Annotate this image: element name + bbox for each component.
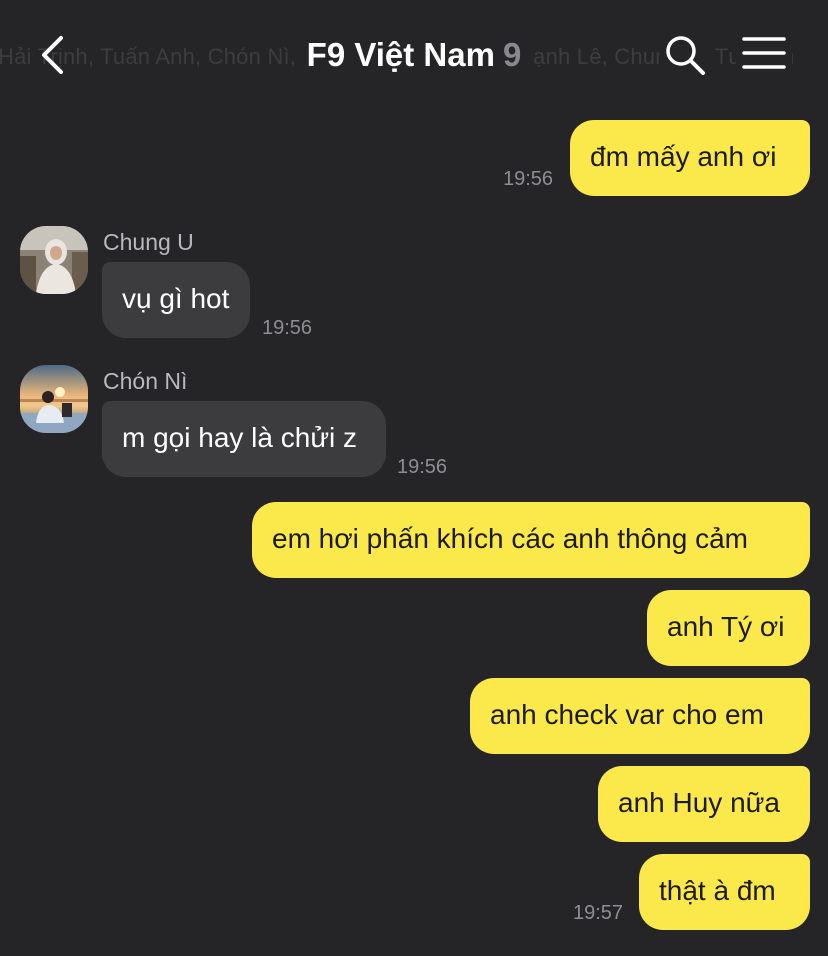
message-time: 19:56 <box>397 456 448 478</box>
member-count: 9 <box>502 36 522 73</box>
search-icon <box>666 36 705 75</box>
message-time: 19:57 <box>573 902 624 924</box>
message-text: m gọi hay là chửi z <box>122 422 358 453</box>
my-message-bubble[interactable]: anh Tý ơi <box>647 590 810 666</box>
sender-name: Chung U <box>103 229 194 255</box>
my-message-bubble[interactable]: anh check var cho em <box>470 678 810 754</box>
message-time: 19:56 <box>503 168 554 190</box>
hamburger-menu-icon <box>742 37 786 69</box>
their-message-bubble[interactable]: vụ gì hot <box>102 262 250 338</box>
chevron-left-icon <box>42 36 63 74</box>
message-text: vụ gì hot <box>122 283 230 314</box>
message-text: anh Tý ơi <box>667 611 785 642</box>
back-button[interactable] <box>30 30 80 80</box>
message-time: 19:56 <box>262 317 313 339</box>
my-message-bubble[interactable]: đm mấy anh ơi <box>570 120 810 196</box>
message-text: em hơi phấn khích các anh thông cảm <box>272 523 748 554</box>
avatar-chung-u[interactable] <box>20 226 88 294</box>
sender-name: Chón Nì <box>103 368 188 394</box>
avatar-image <box>20 365 88 433</box>
chat-header: Hải Trịnh, Tuấn Anh, Chón Nì, Gia Huy, T… <box>0 0 828 110</box>
menu-button[interactable] <box>736 30 792 80</box>
my-message-bubble[interactable]: anh Huy nữa <box>598 766 810 842</box>
search-button[interactable] <box>660 30 710 80</box>
my-message-bubble[interactable]: thật à đm <box>639 854 810 930</box>
message-text: thật à đm <box>659 875 776 906</box>
avatar-image <box>20 226 88 294</box>
their-message-bubble[interactable]: m gọi hay là chửi z <box>102 401 386 477</box>
my-message-bubble[interactable]: em hơi phấn khích các anh thông cảm <box>252 502 810 578</box>
message-text: anh check var cho em <box>490 699 764 730</box>
avatar-chon-ni[interactable] <box>20 365 88 433</box>
message-text: anh Huy nữa <box>618 787 780 818</box>
chat-title-button[interactable]: F9 Việt Nam 9 <box>296 32 532 80</box>
message-text: đm mấy anh ơi <box>590 141 777 172</box>
chat-title: F9 Việt Nam <box>306 36 495 73</box>
